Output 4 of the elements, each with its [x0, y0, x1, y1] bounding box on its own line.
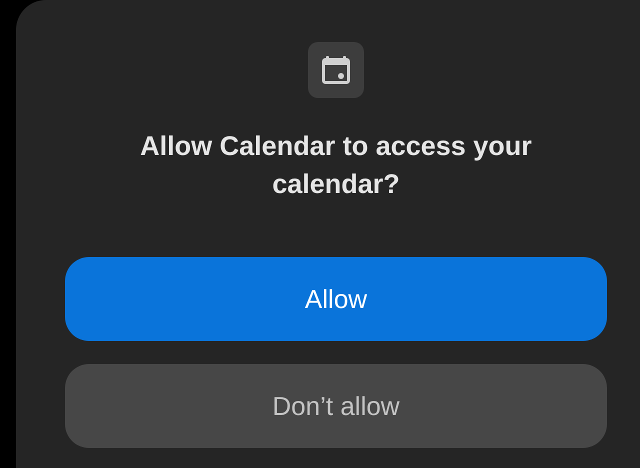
allow-button[interactable]: Allow — [65, 257, 607, 341]
calendar-icon — [308, 42, 364, 98]
deny-button[interactable]: Don’t allow — [65, 364, 607, 448]
dialog-title: Allow Calendar to access your calendar? — [139, 130, 533, 201]
